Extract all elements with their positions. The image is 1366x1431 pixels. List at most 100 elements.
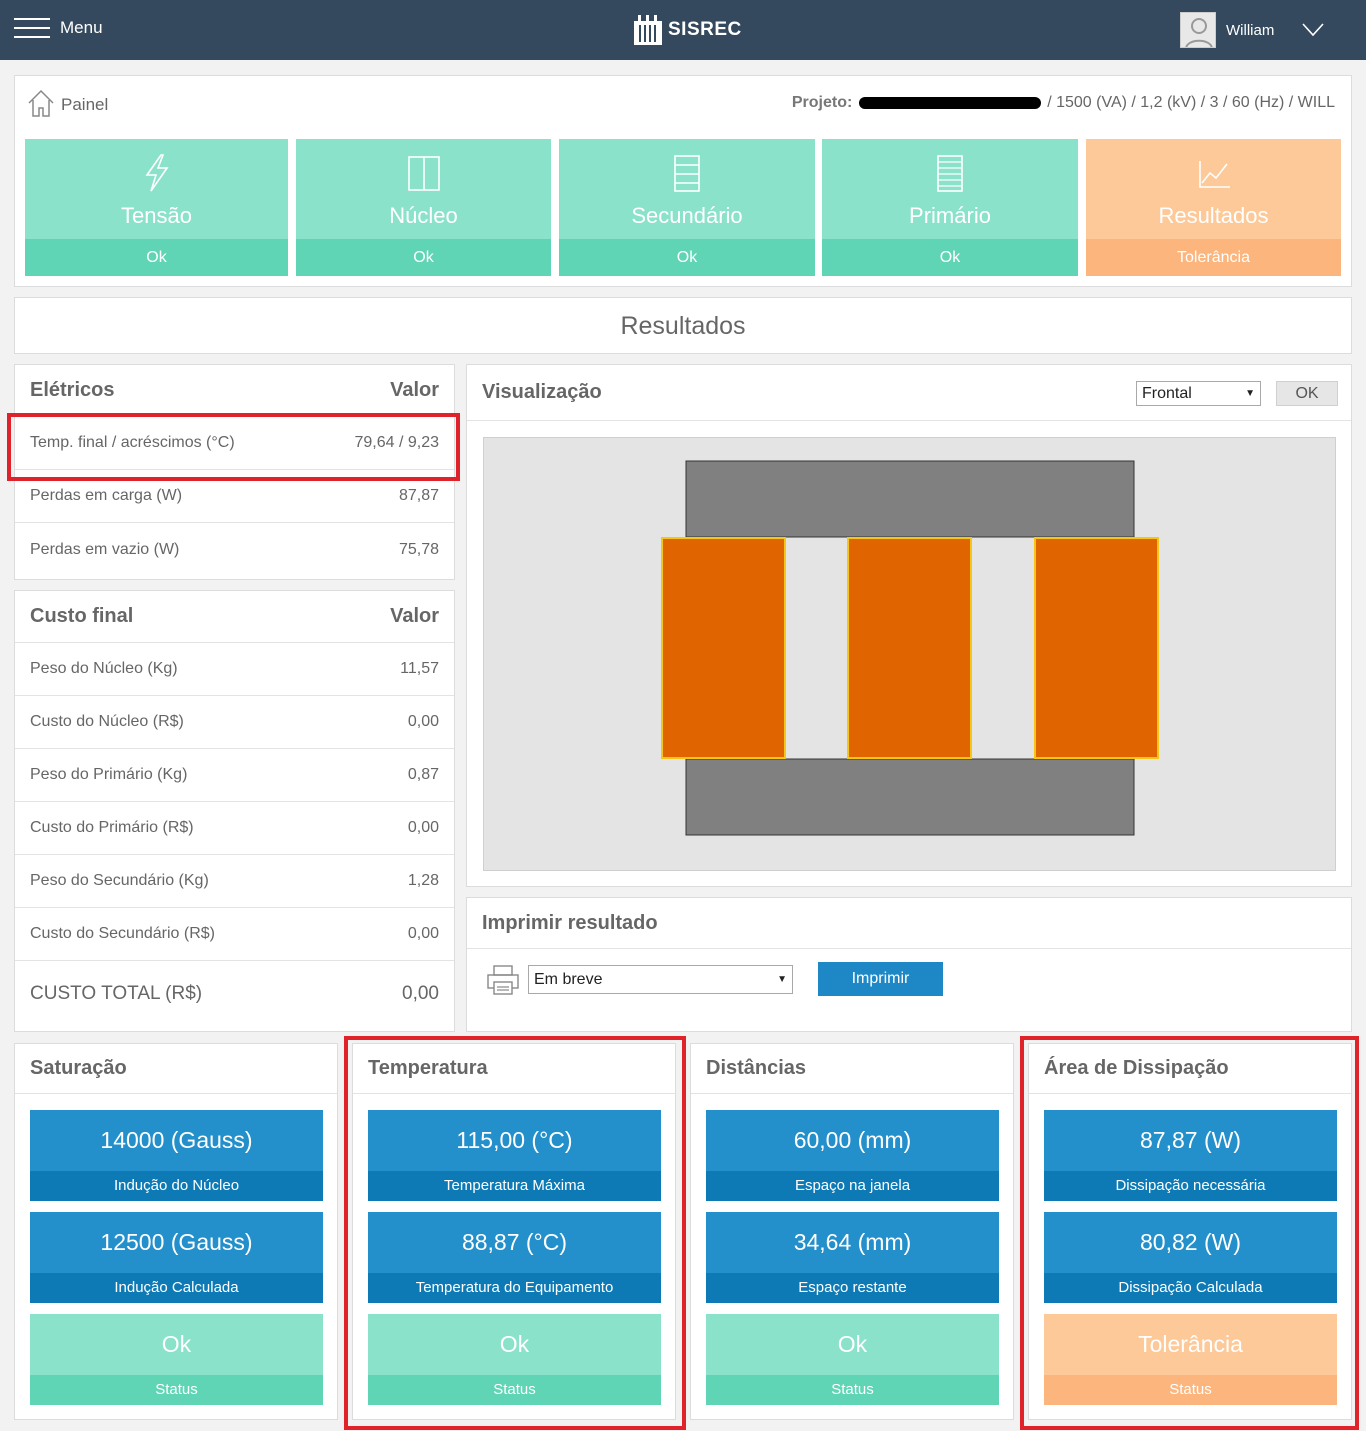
row-value: 1,28 bbox=[407, 872, 439, 889]
row-label: Peso do Secundário (Kg) bbox=[30, 872, 209, 889]
home-icon bbox=[28, 89, 54, 117]
total-value: 0,00 bbox=[402, 983, 439, 1004]
coil-right bbox=[1034, 537, 1159, 759]
metric-tile: 60,00 (mm) Espaço na janela bbox=[706, 1110, 999, 1201]
metric-tile: 34,64 (mm) Espaço restante bbox=[706, 1212, 999, 1303]
card-distancias: Distâncias 60,00 (mm) Espaço na janela 3… bbox=[690, 1043, 1014, 1420]
panel-header: Distâncias bbox=[691, 1044, 1013, 1094]
hamburger-icon bbox=[14, 18, 50, 38]
user-name: William bbox=[1226, 21, 1275, 39]
imprimir-panel: Imprimir resultado Em breve ▼ Imprimir bbox=[466, 897, 1352, 1032]
transformer-front-view bbox=[661, 460, 1159, 836]
user-menu[interactable]: William bbox=[1180, 10, 1324, 50]
caret-down-icon: ▼ bbox=[1245, 388, 1255, 399]
core-icon bbox=[407, 156, 440, 191]
step-status: Ok bbox=[559, 239, 815, 276]
tile-value: Ok bbox=[706, 1314, 999, 1375]
row-label: Custo do Primário (R$) bbox=[30, 819, 194, 836]
table-row: Peso do Secundário (Kg) 1,28 bbox=[15, 855, 454, 908]
highlight-box-temp-final bbox=[7, 413, 460, 481]
page-title-panel: Resultados bbox=[14, 297, 1352, 354]
breadcrumb[interactable]: Painel bbox=[27, 89, 108, 117]
transformer-canvas bbox=[483, 437, 1336, 871]
step-tensao[interactable]: Tensão Ok bbox=[25, 139, 288, 276]
panel-title: Imprimir resultado bbox=[482, 911, 658, 934]
row-label: Perdas em carga (W) bbox=[30, 487, 183, 504]
chart-line-icon bbox=[1198, 161, 1230, 188]
step-status: Tolerância bbox=[1086, 239, 1341, 276]
table-row: Peso do Primário (Kg) 0,87 bbox=[15, 749, 454, 802]
total-row: CUSTO TOTAL (R$) 0,00 bbox=[15, 961, 454, 1027]
table-title: Custo final bbox=[30, 605, 134, 627]
status-tile: Ok Status bbox=[706, 1314, 999, 1405]
panel-title: Saturação bbox=[30, 1057, 127, 1079]
tile-value: 12500 (Gauss) bbox=[30, 1212, 323, 1273]
table-row: Custo do Primário (R$) 0,00 bbox=[15, 802, 454, 855]
project-details: / 1500 (VA) / 1,2 (kV) / 3 / 60 (Hz) / W… bbox=[1047, 94, 1335, 111]
tile-label: Espaço restante bbox=[706, 1273, 999, 1303]
panel-title: Visualização bbox=[482, 381, 602, 403]
tile-label: Espaço na janela bbox=[706, 1171, 999, 1201]
breadcrumb-panel: Painel Projeto: / 1500 (VA) / 1,2 (kV) /… bbox=[14, 75, 1352, 287]
panel-header: Imprimir resultado bbox=[467, 898, 1351, 949]
core-top-yoke bbox=[685, 460, 1135, 538]
tile-value: 60,00 (mm) bbox=[706, 1110, 999, 1171]
step-status: Ok bbox=[296, 239, 551, 276]
tile-value: 14000 (Gauss) bbox=[30, 1110, 323, 1171]
print-format-select[interactable]: Em breve ▼ bbox=[528, 965, 793, 994]
row-value: 0,87 bbox=[407, 766, 439, 783]
project-info: Projeto: / 1500 (VA) / 1,2 (kV) / 3 / 60… bbox=[792, 94, 1335, 112]
print-button[interactable]: Imprimir bbox=[818, 962, 943, 996]
visualizacao-panel: Visualização Frontal ▼ OK bbox=[466, 364, 1352, 887]
printer-icon bbox=[487, 965, 519, 995]
row-label: Perdas em vazio (W) bbox=[30, 540, 180, 558]
coil-left bbox=[661, 537, 786, 759]
view-ok-button[interactable]: OK bbox=[1276, 381, 1338, 406]
redaction-mark bbox=[858, 96, 1041, 109]
menu-label: Menu bbox=[60, 18, 103, 37]
step-resultados[interactable]: Resultados Tolerância bbox=[1086, 139, 1341, 276]
table-header: Elétricos Valor bbox=[15, 365, 454, 417]
winding-icon bbox=[674, 155, 700, 192]
step-nucleo[interactable]: Núcleo Ok bbox=[296, 139, 551, 276]
step-label: Resultados bbox=[1158, 203, 1269, 228]
row-label: Peso do Primário (Kg) bbox=[30, 766, 188, 783]
metric-tile: 14000 (Gauss) Indução do Núcleo bbox=[30, 1110, 323, 1201]
step-primario[interactable]: Primário Ok bbox=[822, 139, 1078, 276]
brand-name: SISREC bbox=[668, 19, 742, 40]
user-icon bbox=[1185, 18, 1213, 47]
step-label: Secundário bbox=[631, 203, 743, 228]
panel-header: Saturação bbox=[15, 1044, 337, 1094]
row-value: 0,00 bbox=[407, 713, 439, 730]
status-tile: Ok Status bbox=[30, 1314, 323, 1405]
step-label: Tensão bbox=[121, 203, 192, 228]
panel-header: Visualização Frontal ▼ OK bbox=[467, 365, 1351, 421]
view-select[interactable]: Frontal ▼ bbox=[1136, 381, 1261, 406]
row-label: Custo do Núcleo (R$) bbox=[30, 713, 184, 730]
value-header: Valor bbox=[390, 605, 439, 627]
row-value: 0,00 bbox=[407, 819, 439, 836]
step-secundario[interactable]: Secundário Ok bbox=[559, 139, 815, 276]
row-value: 0,00 bbox=[407, 925, 439, 942]
breadcrumb-label: Painel bbox=[61, 95, 109, 114]
core-bottom-yoke bbox=[685, 758, 1135, 836]
tile-value: 34,64 (mm) bbox=[706, 1212, 999, 1273]
menu-button[interactable]: Menu bbox=[14, 15, 103, 41]
tile-label: Indução Calculada bbox=[30, 1273, 323, 1303]
chevron-down-icon bbox=[1302, 23, 1324, 37]
brand-logo[interactable]: SISREC bbox=[632, 12, 742, 48]
highlight-box-area-dissipacao bbox=[1020, 1036, 1359, 1430]
table-row: Custo do Secundário (R$) 0,00 bbox=[15, 908, 454, 961]
table-row: Custo do Núcleo (R$) 0,00 bbox=[15, 696, 454, 749]
table-title: Elétricos bbox=[30, 379, 115, 401]
view-select-value: Frontal bbox=[1142, 385, 1192, 402]
step-status: Ok bbox=[822, 239, 1078, 276]
lightning-icon bbox=[144, 154, 169, 192]
tile-label: Status bbox=[706, 1375, 999, 1405]
page-title: Resultados bbox=[620, 312, 746, 340]
coil-center bbox=[847, 537, 972, 759]
card-saturacao: Saturação 14000 (Gauss) Indução do Núcle… bbox=[14, 1043, 338, 1420]
metric-tile: 12500 (Gauss) Indução Calculada bbox=[30, 1212, 323, 1303]
print-select-value: Em breve bbox=[534, 971, 603, 988]
top-navbar: Menu SISREC William bbox=[0, 0, 1366, 60]
